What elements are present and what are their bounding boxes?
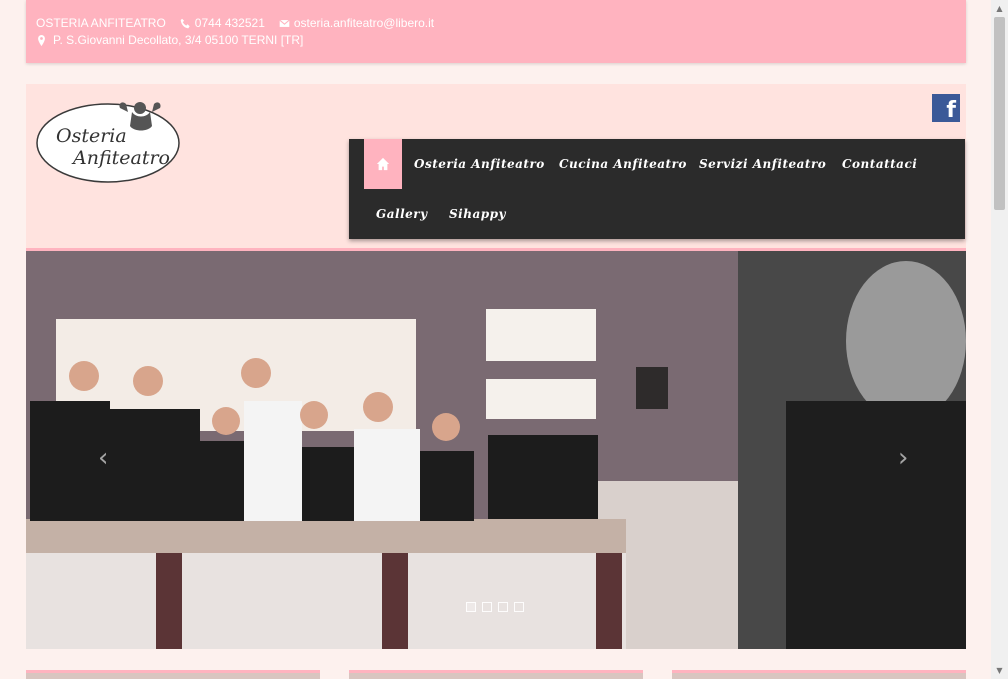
scroll-down-arrow-icon[interactable]: ▼ [991,662,1008,679]
facebook-glyph: f [946,98,956,123]
phone-number: 0744 432521 [194,16,265,30]
scroll-up-arrow-icon[interactable]: ▲ [991,0,1008,17]
address-text: P. S.Giovanni Decollato, 3/4 05100 TERNI… [53,33,304,47]
site-logo[interactable]: Osteria Anfiteatro [36,96,184,186]
slider-next-button[interactable]: › [898,445,916,471]
feature-thumbnail-1[interactable] [26,670,320,679]
phone-icon [180,18,190,28]
nav-home[interactable] [364,139,402,189]
feature-thumbnail-2[interactable] [349,670,643,679]
nav-item-gallery[interactable]: Gallery [376,207,428,221]
email-link[interactable]: osteria.anfiteatro@libero.it [279,16,434,30]
slide-photo [26,251,966,649]
site-header: Osteria Anfiteatro f Osteria Anfiteatro … [26,84,966,251]
nav-item-cucina-anfiteatro[interactable]: Cucina Anfiteatro [559,157,687,171]
map-pin-icon [38,34,45,46]
feature-thumbnail-3[interactable] [672,670,966,679]
main-navigation: Osteria Anfiteatro Cucina Anfiteatro Ser… [349,139,965,239]
nav-item-contattaci[interactable]: Contattaci [842,157,917,171]
site-name: OSTERIA ANFITEATRO [36,16,166,30]
phone-link[interactable]: 0744 432521 [180,16,265,30]
home-icon [376,157,390,171]
facebook-icon[interactable]: f [932,94,960,122]
slider-dot-4[interactable] [514,602,524,612]
nav-item-osteria-anfiteatro[interactable]: Osteria Anfiteatro [414,157,545,171]
envelope-icon [279,19,290,27]
email-address: osteria.anfiteatro@libero.it [293,16,435,30]
top-info-bar: OSTERIA ANFITEATRO 0744 432521 osteria.a… [26,0,966,63]
slider-pagination [466,602,524,612]
slider-dot-1[interactable] [466,602,476,612]
logo-line1: Osteria [56,125,127,147]
contact-row: OSTERIA ANFITEATRO 0744 432521 osteria.a… [36,16,434,30]
vertical-scrollbar[interactable]: ▲ ▼ [991,0,1008,679]
slider-dot-3[interactable] [498,602,508,612]
nav-item-sihappy[interactable]: Sihappy [449,207,506,221]
slider-dot-2[interactable] [482,602,492,612]
address-row: P. S.Giovanni Decollato, 3/4 05100 TERNI… [36,33,303,47]
image-slider[interactable]: ‹ › [26,251,966,649]
nav-item-servizi-anfiteatro[interactable]: Servizi Anfiteatro [699,157,826,171]
logo-line2: Anfiteatro [71,147,170,169]
slider-prev-button[interactable]: ‹ [98,445,116,471]
scrollbar-thumb[interactable] [994,17,1005,210]
